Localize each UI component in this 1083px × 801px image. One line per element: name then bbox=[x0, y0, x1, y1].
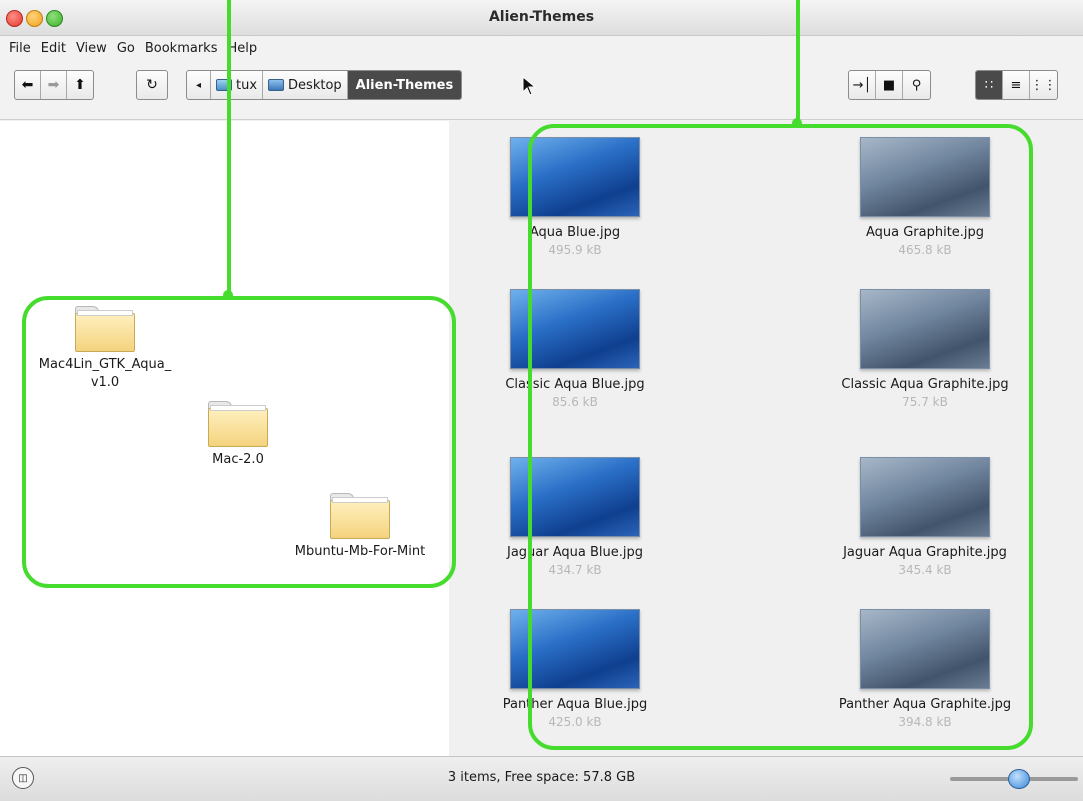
list-icon: ≡ bbox=[1010, 77, 1022, 93]
forward-arrow-icon: ➡ bbox=[47, 77, 60, 93]
compact-view-button[interactable]: ⋮⋮ bbox=[1030, 71, 1057, 99]
new-folder-button[interactable]: ■ bbox=[876, 71, 903, 99]
breadcrumb-item-desktop[interactable]: Desktop bbox=[263, 71, 348, 99]
reload-group: ↻ bbox=[136, 70, 168, 100]
back-button[interactable]: ⬅ bbox=[15, 71, 41, 99]
window-title: Alien-Themes bbox=[488, 9, 595, 25]
menu-edit[interactable]: Edit bbox=[36, 38, 71, 62]
reload-icon: ↻ bbox=[146, 77, 158, 93]
annotation-highlight-box bbox=[528, 124, 1033, 750]
open-terminal-button[interactable]: →│ bbox=[849, 71, 876, 99]
annotation-connector-line bbox=[796, 0, 800, 124]
search-button[interactable]: ⚲ bbox=[903, 71, 930, 99]
breadcrumb-item-tux[interactable]: tux bbox=[211, 71, 264, 99]
menu-go[interactable]: Go bbox=[112, 38, 140, 62]
menu-bookmarks[interactable]: Bookmarks bbox=[140, 38, 223, 62]
annotation-connector-line bbox=[227, 0, 231, 296]
navigation-buttons: ⬅ ➡ ⬆ bbox=[14, 70, 94, 100]
breadcrumb-label: tux bbox=[236, 77, 258, 93]
breadcrumb-scroll-left-button[interactable]: ◂ bbox=[187, 71, 211, 99]
toolbar: ⬅ ➡ ⬆ ↻ ◂ tux Desktop Alien-Themes →│ ■ … bbox=[0, 64, 1083, 120]
search-icon: ⚲ bbox=[911, 77, 922, 93]
list-view-button[interactable]: ≡ bbox=[1003, 71, 1030, 99]
mouse-pointer-icon bbox=[522, 76, 537, 96]
title-bar[interactable]: Alien-Themes bbox=[0, 0, 1083, 36]
tools-group: →│ ■ ⚲ bbox=[848, 70, 931, 100]
breadcrumb-item-alien-themes[interactable]: Alien-Themes bbox=[347, 71, 462, 99]
forward-button[interactable]: ➡ bbox=[41, 71, 67, 99]
icon-view-button[interactable]: ∷ bbox=[976, 71, 1003, 99]
annotation-highlight-box bbox=[22, 296, 456, 588]
zoom-slider-handle[interactable] bbox=[1008, 769, 1031, 789]
file-manager-window: Alien-Themes File Edit View Go Bookmarks… bbox=[0, 0, 1083, 801]
terminal-arrow-icon: →│ bbox=[852, 77, 872, 93]
status-text: 3 items, Free space: 57.8 GB bbox=[447, 770, 636, 785]
view-mode-group: ∷ ≡ ⋮⋮ bbox=[975, 70, 1058, 100]
up-button[interactable]: ⬆ bbox=[67, 71, 93, 99]
folder-icon: ■ bbox=[882, 77, 896, 93]
back-arrow-icon: ⬅ bbox=[21, 77, 34, 93]
grid-icon: ∷ bbox=[984, 77, 994, 93]
status-bar: ◫ 3 items, Free space: 57.8 GB bbox=[0, 756, 1083, 801]
menu-view[interactable]: View bbox=[71, 38, 112, 62]
desktop-icon bbox=[268, 79, 285, 91]
menu-bar: File Edit View Go Bookmarks Help bbox=[0, 38, 262, 62]
reload-button[interactable]: ↻ bbox=[137, 71, 167, 99]
chevron-left-icon: ◂ bbox=[195, 79, 202, 91]
compact-list-icon: ⋮⋮ bbox=[1030, 77, 1057, 93]
breadcrumb-label: Desktop bbox=[288, 77, 342, 93]
menu-file[interactable]: File bbox=[4, 38, 36, 62]
up-arrow-icon: ⬆ bbox=[74, 77, 86, 93]
